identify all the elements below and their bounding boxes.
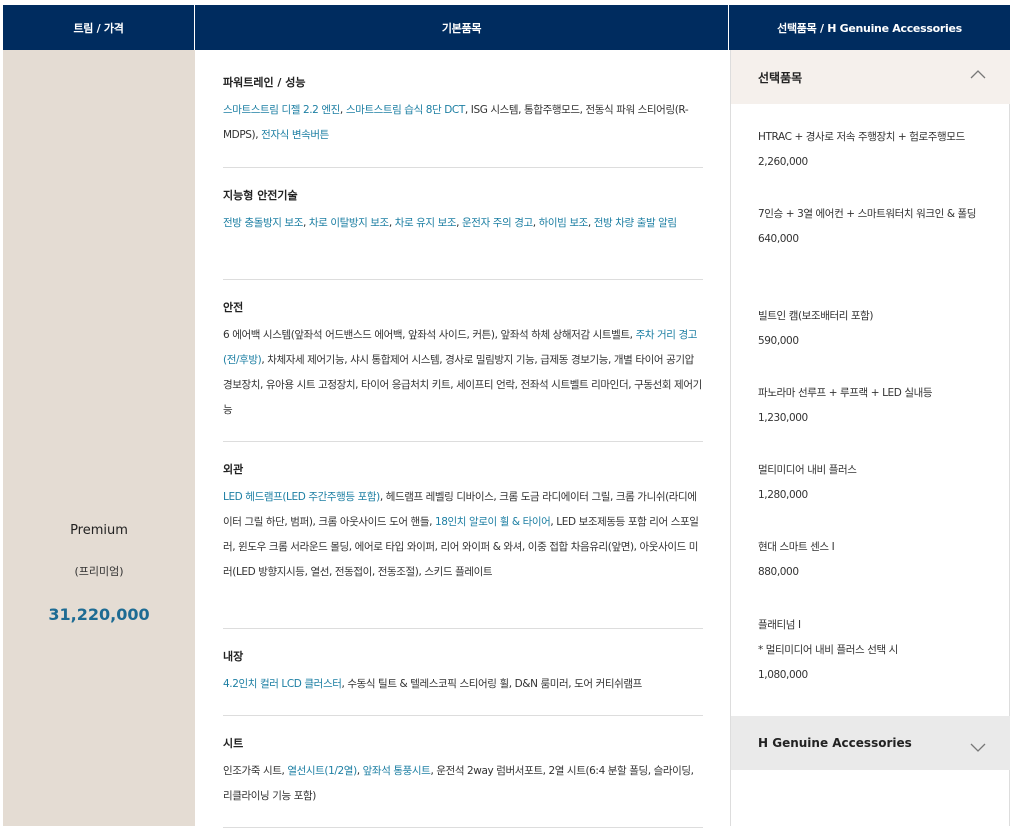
group-safety: 안전 6 에어백 시스템(앞좌석 어드밴스드 에어백, 앞좌석 사이드, 커튼)… xyxy=(223,299,703,423)
group-title: 내장 xyxy=(223,650,244,663)
table-header: 트림 / 가격 기본품목 선택품목 / H Genuine Accessorie… xyxy=(3,5,1010,50)
divider xyxy=(223,628,703,629)
options-accordion-header[interactable]: 선택품목 xyxy=(731,50,1010,104)
feature-link: 18인치 알로이 휠 & 타이어 xyxy=(434,516,551,528)
divider xyxy=(223,167,703,168)
option-price: 1,230,000 xyxy=(758,412,808,424)
option-note: * 멀티미디어 내비 플러스 선택 시 xyxy=(758,644,898,656)
option-price: 590,000 xyxy=(758,335,799,347)
accessories-accordion-header[interactable]: H Genuine Accessories xyxy=(731,716,1010,770)
group-body: LED 헤드램프(LED 주간주행등 포함), 헤드램프 레벨링 디바이스, 크… xyxy=(223,485,703,585)
option-name: 플래티넘 Ⅰ xyxy=(758,619,801,631)
feature-text: 인조가죽 시트, xyxy=(223,765,288,777)
divider xyxy=(223,441,703,442)
basic-items-column: 파워트레인 / 성능 스마트스트림 디젤 2.2 엔진, 스마트스트림 습식 8… xyxy=(196,50,730,828)
option-name: 7인승 + 3열 에어컨 + 스마트워터치 워크인 & 폴딩 xyxy=(758,208,977,220)
feature-link: 차로 유지 보조 xyxy=(394,217,457,229)
feature-link: 차로 이탈방지 보조 xyxy=(308,217,389,229)
group-body: 6 에어백 시스템(앞좌석 어드밴스드 에어백, 앞좌석 사이드, 커튼), 앞… xyxy=(223,323,703,423)
option-name: 멀티미디어 내비 플러스 xyxy=(758,464,857,476)
feature-link: 앞좌석 통풍시트 xyxy=(362,765,431,777)
option-name: 현대 스마트 센스 Ⅰ xyxy=(758,541,835,553)
feature-text: , 차체자세 제어기능, 샤시 통합제어 시스템, 경사로 밀림방지 기능, 급… xyxy=(223,354,702,416)
feature-link: 전방 충돌방지 보조 xyxy=(223,217,303,229)
group-adas: 지능형 안전기술 전방 충돌방지 보조, 차로 이탈방지 보조, 차로 유지 보… xyxy=(223,187,703,236)
feature-link: 4.2인치 컬러 LCD 클러스터 xyxy=(223,678,342,690)
trim-column: Premium (프리미엄) 31,220,000 xyxy=(3,50,195,826)
trim-price: 31,220,000 xyxy=(48,605,150,624)
option-item: 파노라마 선루프 + 루프랙 + LED 실내등 1,230,000 xyxy=(758,381,988,431)
group-title: 안전 xyxy=(223,301,244,314)
header-basic-items: 기본품목 xyxy=(195,5,729,50)
option-price: 1,080,000 xyxy=(758,669,808,681)
group-body: 4.2인치 컬러 LCD 클러스터, 수동식 틸트 & 텔레스코픽 스티어링 휠… xyxy=(223,672,703,697)
group-title: 시트 xyxy=(223,737,244,750)
options-title: 선택품목 xyxy=(758,70,803,85)
group-title: 외관 xyxy=(223,463,244,476)
chevron-down-icon[interactable] xyxy=(970,739,986,755)
option-price: 640,000 xyxy=(758,233,799,245)
option-item: 7인승 + 3열 에어컨 + 스마트워터치 워크인 & 폴딩 640,000 xyxy=(758,202,988,252)
option-item: 플래티넘 Ⅰ * 멀티미디어 내비 플러스 선택 시 1,080,000 xyxy=(758,613,988,688)
divider xyxy=(223,279,703,280)
group-interior: 내장 4.2인치 컬러 LCD 클러스터, 수동식 틸트 & 텔레스코픽 스티어… xyxy=(223,648,703,697)
trim-subname: (프리미엄) xyxy=(74,565,124,578)
feature-link: 운전자 주의 경고 xyxy=(462,217,533,229)
header-option-items: 선택품목 / H Genuine Accessories xyxy=(777,21,962,35)
accessories-title: H Genuine Accessories xyxy=(758,736,912,750)
option-name: HTRAC + 경사로 저속 주행장치 + 험로주행모드 xyxy=(758,131,965,143)
option-item: 현대 스마트 센스 Ⅰ 880,000 xyxy=(758,535,988,585)
option-column: 선택품목 HTRAC + 경사로 저속 주행장치 + 험로주행모드 2,260,… xyxy=(730,50,1010,826)
trim-name: Premium xyxy=(70,523,128,538)
group-title: 파워트레인 / 성능 xyxy=(223,76,306,89)
feature-link: LED 헤드램프(LED 주간주행등 포함) xyxy=(223,491,380,503)
feature-text: 6 에어백 시스템(앞좌석 어드밴스드 에어백, 앞좌석 사이드, 커튼), 앞… xyxy=(223,329,636,341)
feature-link: 스마트스트림 습식 8단 DCT xyxy=(345,104,465,116)
option-name: 파노라마 선루프 + 루프랙 + LED 실내등 xyxy=(758,387,933,399)
chevron-up-icon[interactable] xyxy=(970,67,986,83)
feature-link: 전자식 변속버튼 xyxy=(261,129,329,141)
group-body: 스마트스트림 디젤 2.2 엔진, 스마트스트림 습식 8단 DCT, ISG … xyxy=(223,98,703,148)
group-title: 지능형 안전기술 xyxy=(223,189,298,202)
divider xyxy=(223,715,703,716)
option-price: 2,260,000 xyxy=(758,156,808,168)
option-price: 880,000 xyxy=(758,566,799,578)
option-item: 멀티미디어 내비 플러스 1,280,000 xyxy=(758,458,988,508)
option-price: 1,280,000 xyxy=(758,489,808,501)
group-powertrain: 파워트레인 / 성능 스마트스트림 디젤 2.2 엔진, 스마트스트림 습식 8… xyxy=(223,74,703,148)
option-item: HTRAC + 경사로 저속 주행장치 + 험로주행모드 2,260,000 xyxy=(758,125,988,175)
feature-text: , 수동식 틸트 & 텔레스코픽 스티어링 휠, D&N 룸미러, 도어 커티쉬… xyxy=(341,678,642,690)
feature-link: 전방 차량 출발 알림 xyxy=(593,217,677,229)
group-exterior: 외관 LED 헤드램프(LED 주간주행등 포함), 헤드램프 레벨링 디바이스… xyxy=(223,461,703,585)
group-body: 인조가죽 시트, 열선시트(1/2열), 앞좌석 통풍시트, 운전석 2way … xyxy=(223,759,703,809)
feature-link: 열선시트(1/2열) xyxy=(287,765,357,777)
group-seat: 시트 인조가죽 시트, 열선시트(1/2열), 앞좌석 통풍시트, 운전석 2w… xyxy=(223,735,703,809)
group-body: 전방 충돌방지 보조, 차로 이탈방지 보조, 차로 유지 보조, 운전자 주의… xyxy=(223,211,703,236)
option-name: 빌트인 캠(보조배터리 포함) xyxy=(758,310,874,322)
feature-link: 하이빔 보조 xyxy=(538,217,589,229)
header-trim-price: 트림 / 가격 xyxy=(3,5,195,50)
option-item: 빌트인 캠(보조배터리 포함) 590,000 xyxy=(758,304,988,354)
feature-link: 스마트스트림 디젤 2.2 엔진 xyxy=(223,104,340,116)
trim-spec-table: 트림 / 가격 기본품목 선택품목 / H Genuine Accessorie… xyxy=(3,5,1010,828)
